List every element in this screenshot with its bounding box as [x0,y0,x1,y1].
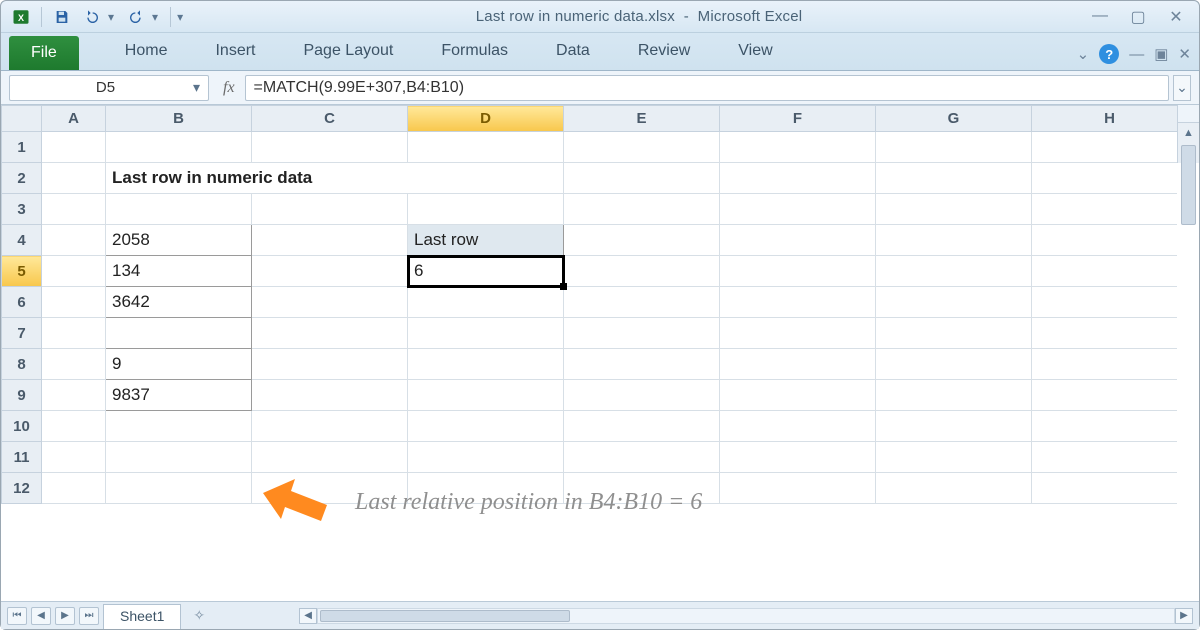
col-header-H[interactable]: H [1032,106,1178,132]
col-header-E[interactable]: E [564,106,720,132]
tab-nav-next-icon[interactable]: ▶ [55,607,75,625]
col-header-A[interactable]: A [42,106,106,132]
col-header-G[interactable]: G [876,106,1032,132]
sheet-tab-bar: ⏮ ◀ ▶ ⏭ Sheet1 ✧ ◀ ▶ [1,601,1199,629]
row-header-9[interactable]: 9 [2,380,42,411]
tab-nav-last-icon[interactable]: ⏭ [79,607,99,625]
workbook-close-icon[interactable]: ✕ [1178,45,1191,63]
row-header-8[interactable]: 8 [2,349,42,380]
cell-B6[interactable]: 3642 [106,287,252,318]
vertical-scroll-thumb[interactable] [1181,145,1196,225]
row-header-1[interactable]: 1 [2,132,42,163]
name-box-dropdown-icon[interactable]: ▾ [193,79,200,96]
row-header-10[interactable]: 10 [2,411,42,442]
close-icon[interactable]: ✕ [1165,7,1187,27]
file-tab[interactable]: File [9,36,79,70]
name-box-value: D5 [18,79,193,96]
tab-nav-first-icon[interactable]: ⏮ [7,607,27,625]
col-header-D[interactable]: D [408,106,564,132]
workbook-restore-icon[interactable]: ▣ [1154,45,1168,63]
save-icon[interactable] [48,5,76,29]
svg-text:X: X [18,12,24,22]
cell-B9[interactable]: 9837 [106,380,252,411]
formula-text: =MATCH(9.99E+307,B4:B10) [254,79,464,97]
scroll-right-icon[interactable]: ▶ [1175,608,1193,624]
tab-review[interactable]: Review [614,32,714,70]
help-icon[interactable]: ? [1099,44,1119,64]
tab-data[interactable]: Data [532,32,614,70]
fx-icon[interactable]: fx [217,79,241,97]
tab-view[interactable]: View [714,32,796,70]
row-header-4[interactable]: 4 [2,225,42,256]
row-header-12[interactable]: 12 [2,473,42,504]
window-controls: ― ▢ ✕ [1089,7,1193,27]
undo-dropdown-icon[interactable]: ▾ [108,10,120,24]
horizontal-scrollbar[interactable]: ◀ ▶ [299,608,1193,624]
grid[interactable]: A B C D E F G H 1 2 Last row in numeric d… [1,105,1177,601]
excel-app-icon[interactable]: X [7,5,35,29]
tab-nav-prev-icon[interactable]: ◀ [31,607,51,625]
col-header-B[interactable]: B [106,106,252,132]
select-all-corner[interactable] [2,106,42,132]
new-sheet-icon[interactable]: ✧ [185,607,205,624]
cell-B7[interactable] [106,318,252,349]
minimize-icon[interactable]: ― [1089,7,1111,27]
split-handle[interactable] [1177,105,1199,123]
formula-input[interactable]: =MATCH(9.99E+307,B4:B10) [245,75,1169,101]
col-header-F[interactable]: F [720,106,876,132]
cell-D4[interactable]: Last row [408,225,564,256]
scroll-left-icon[interactable]: ◀ [299,608,317,624]
ribbon-tabstrip: File Home Insert Page Layout Formulas Da… [1,33,1199,71]
qat-customize-icon[interactable]: ▾ [177,10,189,24]
quick-access-toolbar: X ▾ ▾ ▾ [7,5,189,29]
formula-bar-expand-icon[interactable]: ⌄ [1173,75,1191,101]
formula-input-area: fx =MATCH(9.99E+307,B4:B10) ⌄ [217,75,1191,101]
tab-insert[interactable]: Insert [191,32,279,70]
row-header-3[interactable]: 3 [2,194,42,225]
workbook-minimize-icon[interactable]: ― [1129,46,1144,63]
tab-page-layout[interactable]: Page Layout [279,32,417,70]
cell-B4[interactable]: 2058 [106,225,252,256]
tab-formulas[interactable]: Formulas [417,32,532,70]
row-header-5[interactable]: 5 [2,256,42,287]
row-header-6[interactable]: 6 [2,287,42,318]
cell-B8[interactable]: 9 [106,349,252,380]
redo-icon[interactable] [122,5,150,29]
sheet-title[interactable]: Last row in numeric data [106,163,564,194]
cell-B5[interactable]: 134 [106,256,252,287]
title-bar: X ▾ ▾ ▾ Last row in numeric data.xlsx - … [1,1,1199,33]
row-header-11[interactable]: 11 [2,442,42,473]
title-appname: Microsoft Excel [698,8,803,25]
undo-icon[interactable] [78,5,106,29]
scroll-up-icon[interactable]: ▲ [1183,123,1194,143]
vertical-scrollbar[interactable]: ▲ ▼ [1177,123,1199,163]
app-window: X ▾ ▾ ▾ Last row in numeric data.xlsx - … [0,0,1200,630]
horizontal-scroll-thumb[interactable] [320,610,570,622]
formula-bar: D5 ▾ fx =MATCH(9.99E+307,B4:B10) ⌄ [1,71,1199,105]
redo-dropdown-icon[interactable]: ▾ [152,10,164,24]
ribbon-right-controls: ⌄ ? ― ▣ ✕ [1077,44,1191,70]
name-box[interactable]: D5 ▾ [9,75,209,101]
sheet-tab-sheet1[interactable]: Sheet1 [103,604,181,629]
maximize-icon[interactable]: ▢ [1127,7,1149,27]
cell-D5-selected[interactable]: 6 [408,256,564,287]
ribbon-minimize-icon[interactable]: ⌄ [1077,45,1090,63]
col-header-C[interactable]: C [252,106,408,132]
title-filename: Last row in numeric data.xlsx [476,8,675,25]
row-header-7[interactable]: 7 [2,318,42,349]
tab-home[interactable]: Home [101,32,192,70]
row-header-2[interactable]: 2 [2,163,42,194]
window-title: Last row in numeric data.xlsx - Microsof… [189,8,1089,25]
worksheet-area: A B C D E F G H 1 2 Last row in numeric d… [1,105,1199,601]
